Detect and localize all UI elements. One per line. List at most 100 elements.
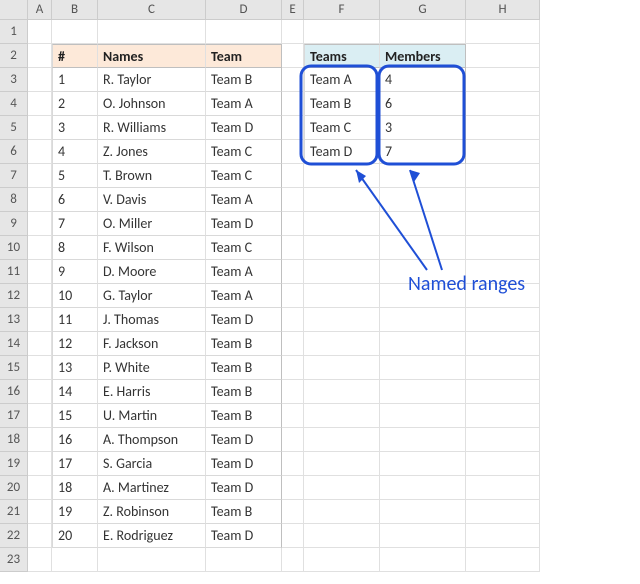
cell-name[interactable]: E. Rodriguez (98, 524, 206, 548)
cell[interactable] (380, 452, 466, 476)
cell-num[interactable]: 18 (52, 476, 98, 500)
cell[interactable] (380, 356, 466, 380)
row-header-15[interactable]: 15 (0, 356, 28, 380)
cell-side-team[interactable]: Team B (304, 92, 380, 116)
row-header-10[interactable]: 10 (0, 236, 28, 260)
cell[interactable] (282, 116, 304, 140)
cell-num[interactable]: 16 (52, 428, 98, 452)
cell[interactable] (304, 452, 380, 476)
cell-team[interactable]: Team D (206, 524, 282, 548)
cell-num[interactable]: 20 (52, 524, 98, 548)
cell-team[interactable]: Team D (206, 212, 282, 236)
cell-side-members[interactable]: 7 (380, 140, 466, 164)
cell[interactable] (52, 548, 98, 572)
cell-team[interactable]: Team A (206, 188, 282, 212)
cell[interactable] (304, 284, 380, 308)
cell[interactable] (28, 260, 52, 284)
cell-team[interactable]: Team C (206, 164, 282, 188)
cell[interactable] (380, 236, 466, 260)
cell[interactable] (380, 332, 466, 356)
cell-team[interactable]: Team A (206, 92, 282, 116)
cell[interactable] (28, 452, 52, 476)
cell[interactable] (466, 236, 540, 260)
cell[interactable] (282, 476, 304, 500)
cell-name[interactable]: A. Martinez (98, 476, 206, 500)
col-header-F[interactable]: F (304, 0, 380, 20)
cell[interactable] (380, 380, 466, 404)
cell-num[interactable]: 12 (52, 332, 98, 356)
cell[interactable] (282, 332, 304, 356)
cell-num[interactable]: 3 (52, 116, 98, 140)
cell[interactable] (466, 500, 540, 524)
col-header-A[interactable]: A (28, 0, 52, 20)
cell[interactable] (28, 404, 52, 428)
cell[interactable] (282, 20, 304, 44)
cell[interactable] (380, 188, 466, 212)
cell-name[interactable]: Z. Jones (98, 140, 206, 164)
cell[interactable] (282, 212, 304, 236)
cell[interactable] (466, 476, 540, 500)
cell-team[interactable]: Team A (206, 284, 282, 308)
cell[interactable] (304, 260, 380, 284)
cell[interactable] (28, 428, 52, 452)
cell-team[interactable]: Team B (206, 380, 282, 404)
col-header-E[interactable]: E (282, 0, 304, 20)
cell[interactable] (282, 68, 304, 92)
cell-name[interactable]: P. White (98, 356, 206, 380)
col-header-D[interactable]: D (206, 0, 282, 20)
row-header-20[interactable]: 20 (0, 476, 28, 500)
cell-name[interactable]: T. Brown (98, 164, 206, 188)
cell[interactable] (28, 44, 52, 68)
cell[interactable] (466, 548, 540, 572)
cell[interactable] (282, 188, 304, 212)
cell[interactable] (28, 188, 52, 212)
cell-num[interactable]: 6 (52, 188, 98, 212)
cell[interactable] (304, 380, 380, 404)
cell[interactable] (304, 548, 380, 572)
cell[interactable] (304, 476, 380, 500)
cell[interactable] (28, 356, 52, 380)
cell-num[interactable]: 7 (52, 212, 98, 236)
cell[interactable] (466, 212, 540, 236)
cell[interactable] (466, 308, 540, 332)
cell[interactable] (282, 500, 304, 524)
cell[interactable] (304, 20, 380, 44)
cell[interactable] (282, 164, 304, 188)
row-header-18[interactable]: 18 (0, 428, 28, 452)
cell-name[interactable]: A. Thompson (98, 428, 206, 452)
cell[interactable] (28, 308, 52, 332)
cell-team[interactable]: Team D (206, 452, 282, 476)
row-header-23[interactable]: 23 (0, 548, 28, 572)
col-header-H[interactable]: H (466, 0, 540, 20)
cell-name[interactable]: J. Thomas (98, 308, 206, 332)
cell-team[interactable]: Team D (206, 476, 282, 500)
cell-num[interactable]: 1 (52, 68, 98, 92)
cell[interactable] (380, 428, 466, 452)
cell[interactable] (28, 236, 52, 260)
cell-num[interactable]: 2 (52, 92, 98, 116)
cell-num[interactable]: 5 (52, 164, 98, 188)
cell[interactable] (466, 140, 540, 164)
cell-side-members[interactable]: 4 (380, 68, 466, 92)
row-header-16[interactable]: 16 (0, 380, 28, 404)
cell-team[interactable]: Team D (206, 428, 282, 452)
cell-name[interactable]: U. Martin (98, 404, 206, 428)
cell-num[interactable]: 8 (52, 236, 98, 260)
cell[interactable] (282, 524, 304, 548)
cell-num[interactable]: 9 (52, 260, 98, 284)
cell[interactable] (304, 332, 380, 356)
cell[interactable] (466, 524, 540, 548)
cell[interactable] (98, 548, 206, 572)
cell-num[interactable]: 17 (52, 452, 98, 476)
cell[interactable] (466, 92, 540, 116)
cell[interactable] (304, 212, 380, 236)
cell-team[interactable]: Team B (206, 500, 282, 524)
cell[interactable] (282, 380, 304, 404)
cell[interactable] (466, 44, 540, 68)
cell-team[interactable]: Team B (206, 404, 282, 428)
cell-name[interactable]: V. Davis (98, 188, 206, 212)
row-header-5[interactable]: 5 (0, 116, 28, 140)
cell[interactable] (282, 548, 304, 572)
cell[interactable] (466, 452, 540, 476)
cell[interactable] (304, 524, 380, 548)
